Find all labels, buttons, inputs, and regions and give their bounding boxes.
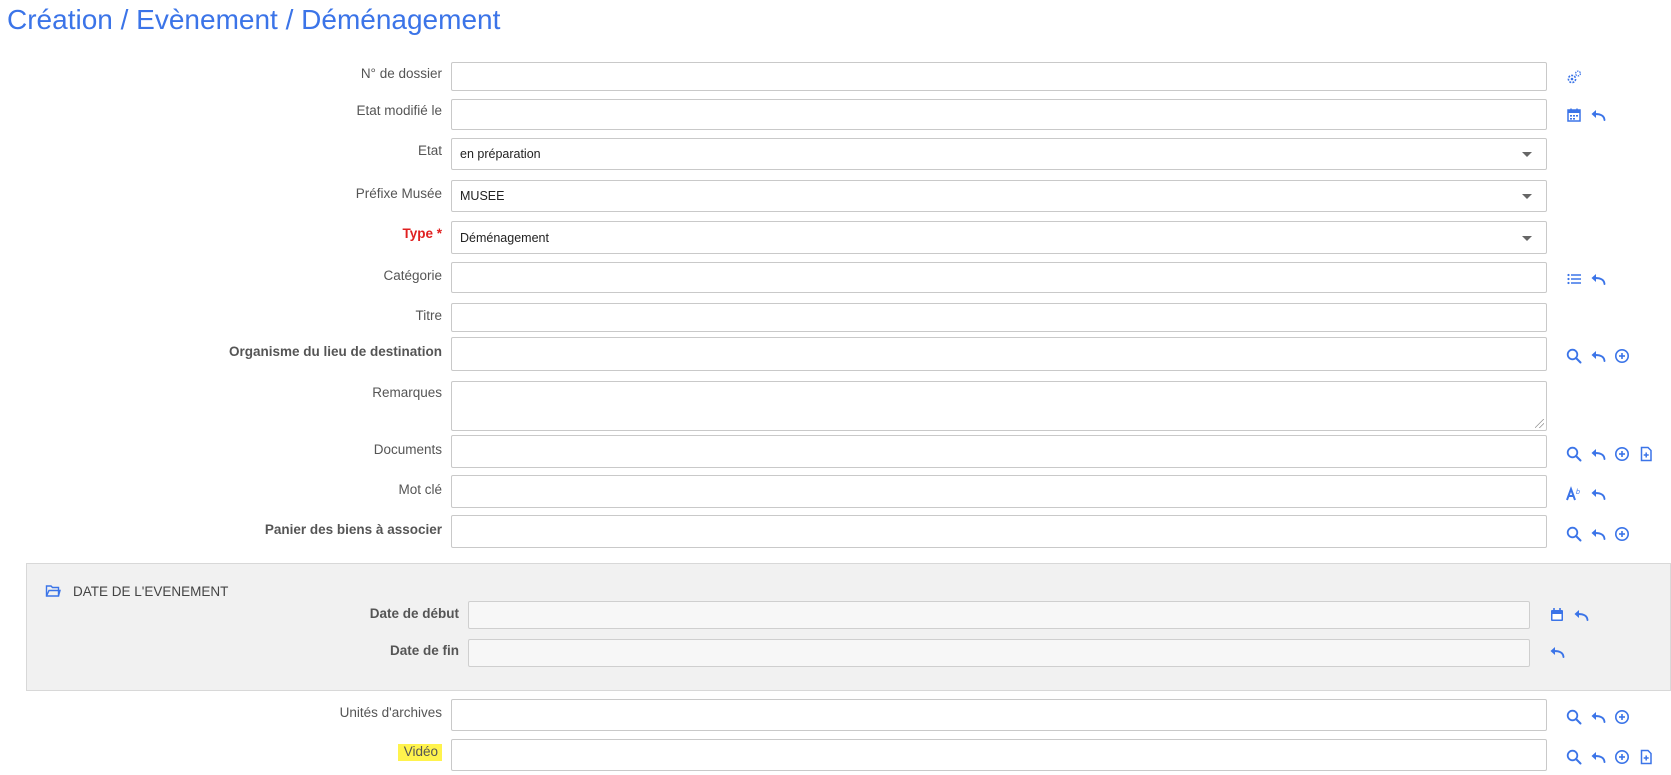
search-icon[interactable] [1566, 348, 1582, 364]
etat-modifie-label: Etat modifié le [356, 103, 442, 118]
etat-select[interactable]: en préparation [451, 138, 1547, 170]
text-format-icon[interactable] [1566, 486, 1582, 502]
undo-icon[interactable] [1590, 446, 1606, 462]
calendar-icon[interactable] [1549, 607, 1565, 623]
etat-value: en préparation [460, 147, 541, 161]
gears-icon[interactable] [1566, 69, 1582, 85]
list-icon[interactable] [1566, 271, 1582, 287]
etat-label: Etat [417, 143, 442, 158]
date-debut-label: Date de début [369, 606, 459, 621]
undo-icon[interactable] [1590, 709, 1606, 725]
plus-circle-icon[interactable] [1614, 526, 1630, 542]
etat-modifie-input[interactable] [451, 99, 1547, 130]
undo-icon[interactable] [1549, 644, 1565, 660]
prefixe-value: MUSEE [460, 189, 505, 203]
type-value: Déménagement [460, 231, 549, 245]
panier-input[interactable] [451, 515, 1547, 548]
video-input[interactable] [451, 739, 1547, 771]
search-icon[interactable] [1566, 749, 1582, 765]
organisme-label: Organisme du lieu de destination [228, 344, 442, 359]
remarques-textarea[interactable] [451, 381, 1547, 431]
titre-input[interactable] [451, 303, 1547, 332]
unites-input[interactable] [451, 699, 1547, 731]
search-icon[interactable] [1566, 446, 1582, 462]
panier-label: Panier des biens à associer [264, 522, 442, 537]
date-fin-label: Date de fin [389, 643, 459, 658]
video-label: Vidéo [397, 744, 442, 761]
resize-handle[interactable] [1535, 419, 1544, 428]
date-fin-input[interactable] [468, 639, 1530, 667]
prefixe-label: Préfixe Musée [355, 186, 442, 201]
categorie-input[interactable] [451, 262, 1547, 293]
chevron-down-icon [1522, 194, 1532, 199]
search-icon[interactable] [1566, 526, 1582, 542]
plus-circle-icon[interactable] [1614, 749, 1630, 765]
plus-circle-icon[interactable] [1614, 348, 1630, 364]
categorie-label: Catégorie [383, 268, 442, 283]
undo-icon[interactable] [1590, 486, 1606, 502]
date-section-title: DATE DE L'EVENEMENT [73, 583, 229, 599]
page-title: Création / Evènement / Déménagement [7, 4, 501, 35]
file-plus-icon[interactable] [1638, 749, 1654, 765]
remarques-label: Remarques [372, 385, 442, 400]
type-select[interactable]: Déménagement [451, 221, 1547, 254]
documents-input[interactable] [451, 435, 1547, 468]
plus-circle-icon[interactable] [1614, 446, 1630, 462]
undo-icon[interactable] [1590, 526, 1606, 542]
undo-icon[interactable] [1590, 271, 1606, 287]
undo-icon[interactable] [1573, 607, 1589, 623]
date-section-header[interactable]: DATE DE L'EVENEMENT [45, 583, 228, 599]
dossier-input[interactable] [451, 62, 1547, 91]
unites-label: Unités d'archives [339, 705, 442, 720]
undo-icon[interactable] [1590, 749, 1606, 765]
search-icon[interactable] [1566, 709, 1582, 725]
organisme-input[interactable] [451, 337, 1547, 371]
file-plus-icon[interactable] [1638, 446, 1654, 462]
undo-icon[interactable] [1590, 348, 1606, 364]
chevron-down-icon [1522, 152, 1532, 157]
folder-open-icon[interactable] [45, 583, 61, 599]
undo-icon[interactable] [1590, 107, 1606, 123]
type-label: Type * [402, 226, 442, 241]
documents-label: Documents [373, 442, 442, 457]
prefixe-select[interactable]: MUSEE [451, 180, 1547, 212]
calendar-icon[interactable] [1566, 107, 1582, 123]
chevron-down-icon [1522, 236, 1532, 241]
mot-cle-label: Mot clé [398, 482, 442, 497]
plus-circle-icon[interactable] [1614, 709, 1630, 725]
titre-label: Titre [415, 308, 443, 323]
date-debut-input[interactable] [468, 601, 1530, 629]
mot-cle-input[interactable] [451, 475, 1547, 508]
dossier-label: N° de dossier [360, 66, 442, 81]
